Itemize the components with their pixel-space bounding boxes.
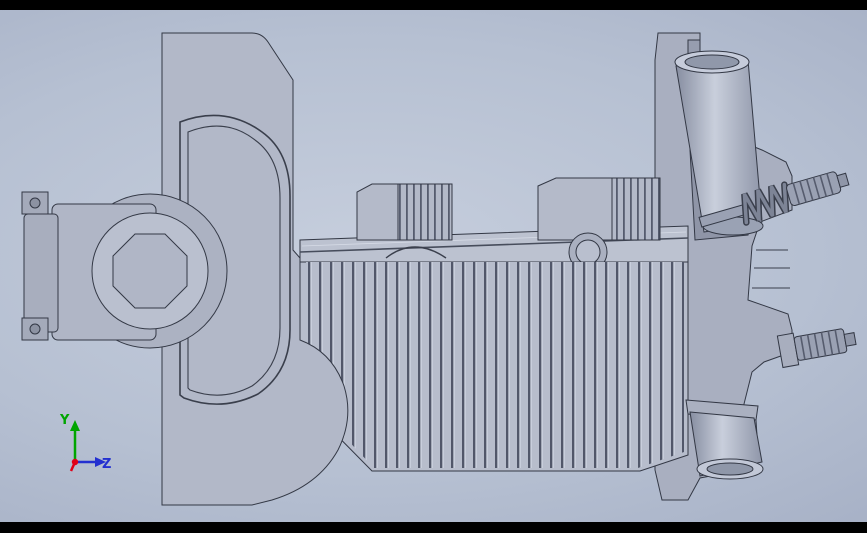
cad-viewport[interactable]: Y Z [0,0,867,533]
axis-y-label: Y [59,413,70,428]
plug-body-upper [786,171,842,206]
exhaust-bore [706,462,754,476]
upper-fin-block-left[interactable] [356,183,453,241]
cad-window: Y Z [0,0,867,533]
bolt-bottom [29,323,41,335]
orientation-triad: Y Z [59,413,111,472]
axis-z-label: Z [102,457,111,472]
port-circle-inner [575,239,601,265]
intake-bore [684,54,740,70]
model-canvas[interactable]: Y Z [0,0,867,533]
letterbox-bottom [0,522,867,533]
exhaust-stack[interactable] [685,399,764,480]
letterbox-top [0,0,867,10]
cylinder-barrel-fins[interactable] [299,246,689,472]
axis-x-dot [71,458,79,466]
bolt-top [29,197,41,209]
boss-step2 [23,213,59,333]
head-fin-lines [752,249,790,289]
crankshaft-boss[interactable] [21,191,228,349]
boss-octagon [112,233,188,309]
plug-tip-lower [843,332,857,347]
